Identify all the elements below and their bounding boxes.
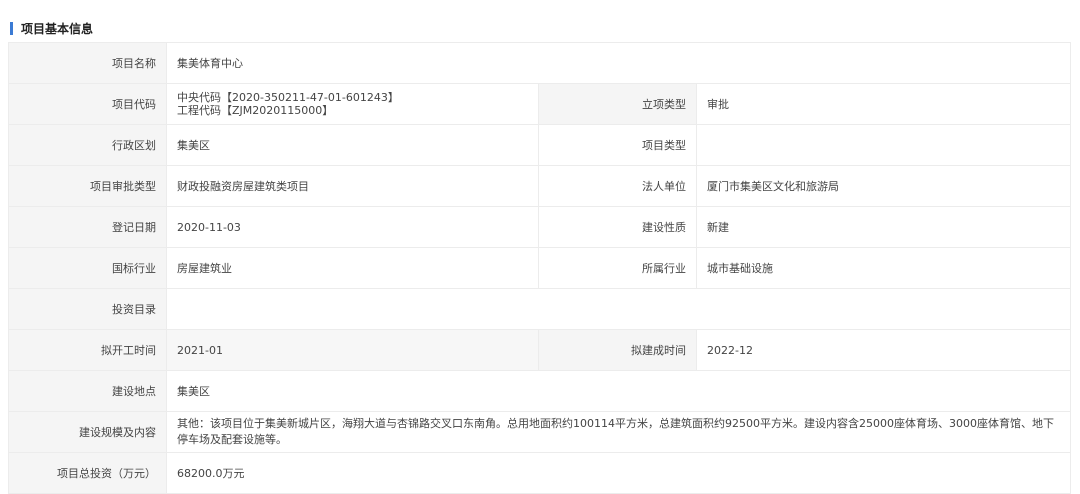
value-national-industry: 房屋建筑业 — [166, 247, 539, 289]
row-total-investment: 项目总投资（万元） 68200.0万元 — [8, 452, 1071, 494]
label-location: 建设地点 — [8, 370, 167, 412]
value-planned-start: 2021-01 — [166, 329, 539, 371]
label-national-industry: 国标行业 — [8, 247, 167, 289]
value-approval-type: 审批 — [696, 83, 1071, 125]
label-approval-type: 立项类型 — [538, 83, 697, 125]
project-info-table: 项目名称 集美体育中心 项目代码 中央代码【2020-350211-47-01-… — [8, 42, 1071, 494]
value-district: 集美区 — [166, 124, 539, 166]
value-industry: 城市基础设施 — [696, 247, 1071, 289]
value-location: 集美区 — [166, 370, 1071, 412]
section-title-text: 项目基本信息 — [21, 21, 94, 36]
label-planned-finish: 拟建成时间 — [538, 329, 697, 371]
row-location: 建设地点 集美区 — [8, 370, 1071, 412]
row-review-type: 项目审批类型 财政投融资房屋建筑类项目 法人单位 厦门市集美区文化和旅游局 — [8, 165, 1071, 207]
label-project-type: 项目类型 — [538, 124, 697, 166]
label-district: 行政区划 — [8, 124, 167, 166]
section-title: 项目基本信息 — [10, 18, 93, 38]
label-review-type: 项目审批类型 — [8, 165, 167, 207]
label-investment-catalog: 投资目录 — [8, 288, 167, 330]
row-schedule: 拟开工时间 2021-01 拟建成时间 2022-12 — [8, 329, 1071, 371]
value-investment-catalog — [166, 288, 1071, 330]
value-central-code: 中央代码【2020-350211-47-01-601243】 — [177, 91, 399, 104]
value-total-investment: 68200.0万元 — [166, 452, 1071, 494]
label-build-nature: 建设性质 — [538, 206, 697, 248]
value-planned-finish: 2022-12 — [696, 329, 1071, 371]
value-project-name: 集美体育中心 — [166, 42, 1071, 84]
label-project-name: 项目名称 — [8, 42, 167, 84]
row-investment-catalog: 投资目录 — [8, 288, 1071, 330]
value-registration-date: 2020-11-03 — [166, 206, 539, 248]
value-build-nature: 新建 — [696, 206, 1071, 248]
scale-description: 其他：该项目位于集美新城片区，海翔大道与杏锦路交叉口东南角。总用地面积约1001… — [177, 417, 1054, 446]
value-legal-entity: 厦门市集美区文化和旅游局 — [696, 165, 1071, 207]
row-project-name: 项目名称 集美体育中心 — [8, 42, 1071, 84]
value-engineering-code: 工程代码【ZJM2020115000】 — [177, 104, 334, 117]
row-district: 行政区划 集美区 项目类型 — [8, 124, 1071, 166]
row-registration-date: 登记日期 2020-11-03 建设性质 新建 — [8, 206, 1071, 248]
label-registration-date: 登记日期 — [8, 206, 167, 248]
label-total-investment: 项目总投资（万元） — [8, 452, 167, 494]
row-project-code: 项目代码 中央代码【2020-350211-47-01-601243】 工程代码… — [8, 83, 1071, 125]
value-project-code: 中央代码【2020-350211-47-01-601243】 工程代码【ZJM2… — [166, 83, 539, 125]
row-national-industry: 国标行业 房屋建筑业 所属行业 城市基础设施 — [8, 247, 1071, 289]
section-marker — [10, 21, 13, 35]
value-review-type: 财政投融资房屋建筑类项目 — [166, 165, 539, 207]
row-scale: 建设规模及内容 其他：该项目位于集美新城片区，海翔大道与杏锦路交叉口东南角。总用… — [8, 411, 1071, 453]
label-planned-start: 拟开工时间 — [8, 329, 167, 371]
label-scale: 建设规模及内容 — [8, 411, 167, 453]
value-project-type — [696, 124, 1071, 166]
label-legal-entity: 法人单位 — [538, 165, 697, 207]
label-industry: 所属行业 — [538, 247, 697, 289]
value-scale: 其他：该项目位于集美新城片区，海翔大道与杏锦路交叉口东南角。总用地面积约1001… — [166, 411, 1071, 453]
label-project-code: 项目代码 — [8, 83, 167, 125]
